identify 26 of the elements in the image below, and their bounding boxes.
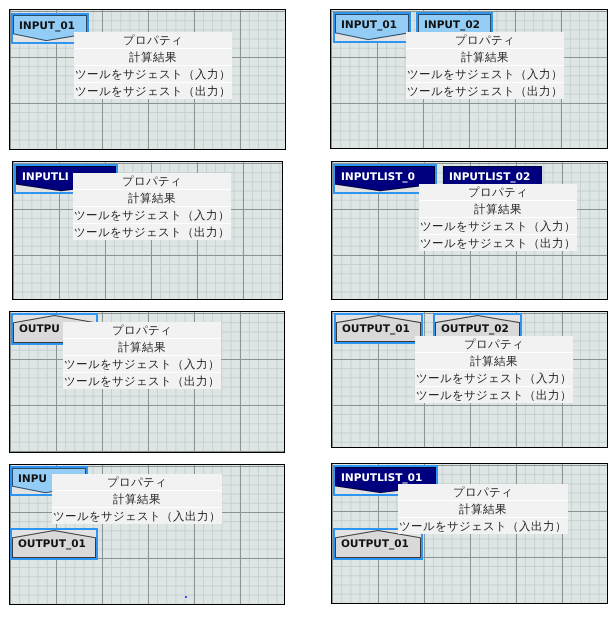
menu-item[interactable]: 計算結果 <box>415 353 573 369</box>
menu-item[interactable]: ツールをサジェスト（入力） <box>73 207 231 223</box>
menu-item[interactable]: 計算結果 <box>52 491 222 507</box>
menu-item[interactable]: ツールをサジェスト（出力） <box>73 224 231 240</box>
input-node[interactable]: INPUT_01 <box>11 13 89 44</box>
menu-item[interactable]: 計算結果 <box>419 201 577 217</box>
input-list-node[interactable]: INPUTLIST_0 <box>333 164 437 194</box>
output-node[interactable]: OUTPUT_01 <box>10 528 98 560</box>
menu-item[interactable]: ツールをサジェスト（入力） <box>74 66 232 82</box>
menu-item[interactable]: ツールをサジェスト（入力） <box>419 218 577 234</box>
menu-item[interactable]: ツールをサジェスト（出力） <box>419 235 577 251</box>
input-node[interactable]: INPUT_01 <box>333 12 411 43</box>
menu-item[interactable]: ツールをサジェスト（出力） <box>406 83 564 99</box>
menu-item[interactable]: ツールをサジェスト（入力） <box>415 370 573 386</box>
menu-item[interactable]: ツールをサジェスト（入力） <box>63 356 221 372</box>
menu-item[interactable]: 計算結果 <box>73 190 231 206</box>
menu-item[interactable]: ツールをサジェスト（出力） <box>415 387 573 403</box>
menu-item[interactable]: ツールをサジェスト（入力） <box>406 66 564 82</box>
menu-item[interactable]: 計算結果 <box>406 49 564 65</box>
output-node[interactable]: OUTPUT_01 <box>334 313 423 344</box>
menu-item[interactable]: 計算結果 <box>74 49 232 65</box>
menu-item[interactable]: 計算結果 <box>398 501 568 517</box>
menu-item[interactable]: 計算結果 <box>63 339 221 355</box>
menu-item[interactable]: ツールをサジェスト（出力） <box>74 83 232 99</box>
menu-item[interactable]: ツールをサジェスト（出力） <box>63 373 221 389</box>
menu-item[interactable]: ツールをサジェスト（入出力） <box>52 508 222 524</box>
